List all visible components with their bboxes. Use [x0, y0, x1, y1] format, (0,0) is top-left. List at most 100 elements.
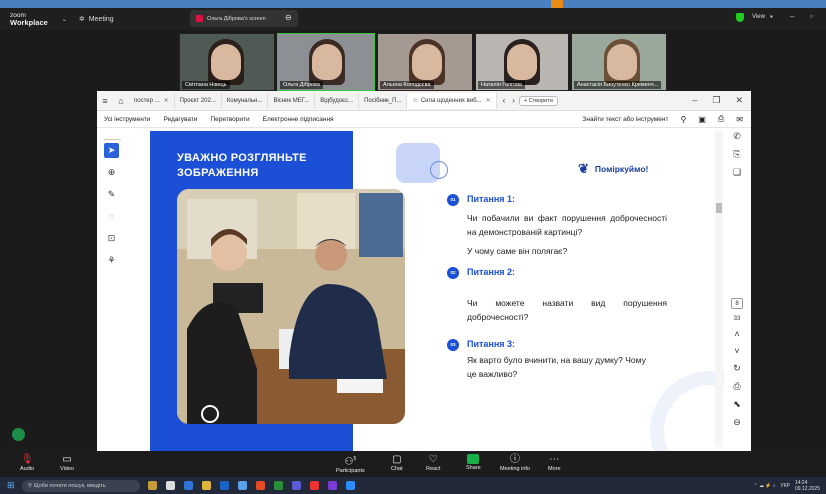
save-icon[interactable]: ▣: [698, 115, 706, 124]
slide-title: УВАЖНО РОЗГЛЯНЬТЕ ЗОБРАЖЕННЯ: [177, 152, 307, 179]
taskbar-app-icon[interactable]: [220, 481, 229, 490]
chat-button[interactable]: ▢ Chat: [391, 454, 403, 472]
clock[interactable]: 14:24 09.12.2025: [795, 480, 820, 492]
zoom-logo-line2: Workplace: [10, 18, 48, 27]
mail-icon[interactable]: ✉: [736, 115, 743, 124]
taskbar-zoom-icon[interactable]: [346, 481, 355, 490]
taskbar-app-icon[interactable]: [202, 481, 211, 490]
question-number-2: 02: [447, 267, 459, 279]
browser-tab-5[interactable]: Відбудоєс...: [315, 92, 360, 109]
toolbar-all-tools[interactable]: Усі інструменти: [104, 116, 150, 123]
taskbar-apps: [148, 481, 355, 490]
meeting-info-button[interactable]: ⓘ Meeting info: [500, 454, 530, 472]
taskbar-search[interactable]: ⚲ Щоби почати пошук, введіть: [22, 479, 140, 492]
select-tool-icon[interactable]: ⬉: [733, 399, 741, 410]
taskbar-app-icon[interactable]: [256, 481, 265, 490]
screen-share-tab[interactable]: Ольга Діброва's screen: [190, 10, 298, 27]
question-extra-1: У чому саме він полягає?: [467, 246, 568, 256]
zoom-tool-icon[interactable]: ⊕: [104, 165, 119, 180]
question-title-3: Питання 3:: [467, 339, 516, 349]
close-icon[interactable]: ✕: [735, 95, 743, 106]
participant-name-2: Ольга Діброва: [280, 81, 323, 89]
chevron-down-icon[interactable]: ˅: [734, 346, 739, 356]
taskbar-app-icon[interactable]: [292, 481, 301, 490]
chevron-right-icon[interactable]: ›: [512, 96, 515, 105]
zoom-icon[interactable]: ⊖: [733, 417, 741, 428]
meeting-controls: 🎙 Audio ▭ Video ⚇5 Participants ▢ Chat ♡…: [0, 451, 826, 477]
chevron-up-icon[interactable]: ˄: [734, 329, 739, 339]
pen-icon[interactable]: ✎: [104, 187, 119, 202]
minimize-icon[interactable]: –: [692, 95, 697, 106]
taskbar-app-icon[interactable]: [148, 481, 157, 490]
video-button[interactable]: ▭ Video: [60, 454, 74, 472]
maximize-icon[interactable]: ▫: [810, 12, 813, 21]
meeting-menu[interactable]: ✲ Meeting: [79, 15, 114, 24]
toolbar-convert[interactable]: Перетворити: [210, 116, 249, 123]
more-button[interactable]: ⋯ More: [548, 454, 561, 472]
browser-tab-7[interactable]: ☆ Сила щоденних виб... ✕: [407, 92, 497, 109]
tray-icons[interactable]: ⌃ ☁ ⚡ ♪: [753, 483, 775, 489]
react-button[interactable]: ♡ React: [426, 454, 440, 472]
left-tool-rail: ➤ ⊕ ✎ ◌ ⊡ ⚘: [104, 143, 122, 268]
taskbar-app-icon[interactable]: [328, 481, 337, 490]
chevron-down-icon[interactable]: ⌄: [62, 16, 67, 23]
decor-arc: [650, 371, 724, 451]
menu-icon[interactable]: ≡: [97, 96, 113, 106]
participants-button[interactable]: ⚇5 Participants: [336, 454, 365, 474]
bookmark-icon[interactable]: ⎘: [733, 149, 740, 160]
shield-icon[interactable]: [736, 13, 744, 22]
pages-icon[interactable]: ❏: [733, 167, 741, 178]
video-tile-3[interactable]: Альона Колодєєва: [377, 33, 473, 91]
question-title-2: Питання 2:: [467, 267, 516, 277]
video-tile-4[interactable]: Наталія Голгова: [475, 33, 569, 91]
search-icon[interactable]: ⚲: [680, 115, 686, 124]
refresh-icon[interactable]: ↻: [733, 363, 741, 374]
minimize-icon[interactable]: –: [790, 12, 794, 21]
search-tools-label[interactable]: Знайти текст або інструмент: [582, 116, 668, 123]
browser-tab-3[interactable]: Комунальн...: [222, 92, 269, 109]
floating-pen-icon[interactable]: [12, 428, 25, 441]
print-icon[interactable]: ⎙: [718, 114, 724, 124]
audio-button[interactable]: 🎙 Audio: [20, 454, 34, 472]
vertical-scrollbar[interactable]: [715, 131, 723, 447]
comment-icon[interactable]: ✆: [733, 131, 741, 142]
video-tile-5[interactable]: Анастасія Бинутенко Кременч...: [571, 33, 667, 91]
windows-start-icon[interactable]: ⊞: [7, 480, 15, 491]
stamp-icon[interactable]: ⚘: [104, 253, 119, 268]
toolbar-edit[interactable]: Редагувати: [163, 116, 197, 123]
total-pages: 33: [733, 316, 741, 322]
logo-text: Поміркуймо!: [594, 164, 649, 174]
home-icon[interactable]: ⌂: [113, 96, 129, 106]
language-indicator[interactable]: УКР: [781, 483, 790, 489]
view-button[interactable]: View: [752, 14, 765, 20]
current-page-field[interactable]: 8: [731, 298, 743, 309]
taskbar-app-icon[interactable]: [184, 481, 193, 490]
browser-tab-1[interactable]: постер ... ✕: [129, 92, 175, 109]
text-box-icon[interactable]: ⊡: [104, 231, 119, 246]
video-tile-1[interactable]: Світлана Нівець: [179, 33, 275, 91]
restore-icon[interactable]: ❐: [712, 95, 720, 106]
video-tile-2[interactable]: Ольга Діброва: [277, 33, 375, 91]
select-cursor-icon[interactable]: ➤: [104, 143, 119, 158]
stop-share-icon[interactable]: ⊖: [285, 13, 292, 22]
screen: zoom Workplace ⌄ ✲ Meeting Ольга Діброва…: [0, 0, 826, 494]
browser-tab-6[interactable]: Посібник_П...: [359, 92, 408, 109]
browser-tab-4[interactable]: Вісник МЕГ...: [268, 92, 316, 109]
mic-muted-icon: 🎙: [20, 454, 34, 465]
taskbar-app-icon[interactable]: [274, 481, 283, 490]
toolbar-esign[interactable]: Електронне підписання: [263, 116, 334, 123]
browser-tab-2[interactable]: Проєкт 202...: [175, 92, 222, 109]
chevron-left-icon[interactable]: ‹: [503, 96, 506, 105]
scroll-thumb[interactable]: [716, 203, 722, 213]
taskbar-app-icon[interactable]: [166, 481, 175, 490]
question-title-1: Питання 1:: [467, 194, 516, 204]
taskbar-app-icon[interactable]: [310, 481, 319, 490]
view-grid-icon[interactable]: ▪: [770, 12, 773, 21]
decor-ring-small: [430, 161, 448, 179]
taskbar-app-icon[interactable]: [238, 481, 247, 490]
create-button[interactable]: + Створити: [518, 95, 558, 106]
save-page-icon[interactable]: ⎙: [733, 381, 740, 392]
lasso-icon[interactable]: ◌: [104, 209, 119, 224]
share-button[interactable]: Share: [466, 454, 481, 471]
browser-tab-bar: ≡ ⌂ постер ... ✕ Проєкт 202... Комунальн.…: [97, 91, 751, 111]
